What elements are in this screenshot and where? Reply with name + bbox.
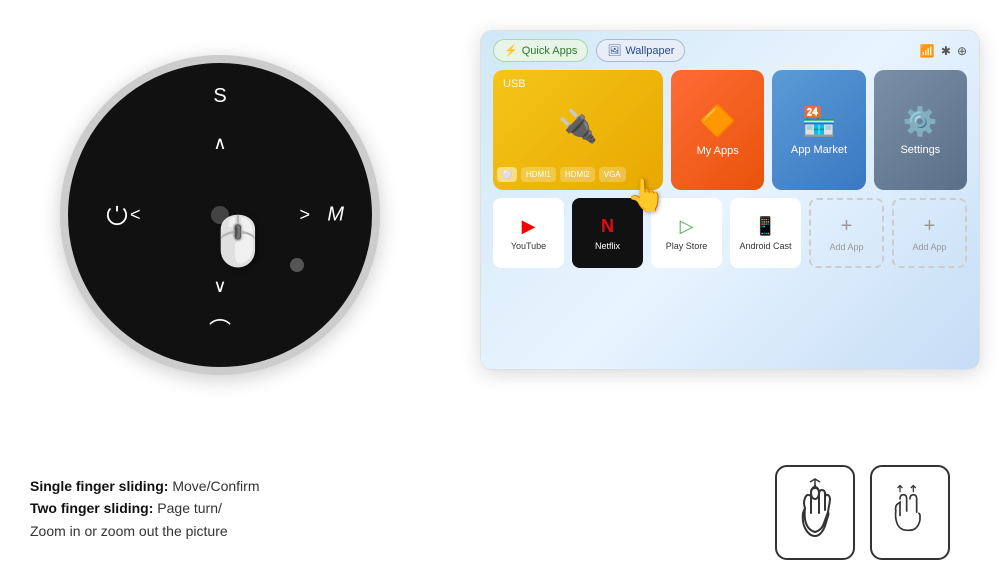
tab-wallpaper-label: Wallpaper <box>625 45 674 57</box>
myapps-label: My Apps <box>697 145 739 157</box>
btn-left-label[interactable]: < <box>130 205 141 226</box>
app-card-usb[interactable]: USB 🔌 ⚪ HDMI1 HDMI2 <box>493 70 663 190</box>
small-dot-button[interactable] <box>290 258 304 272</box>
app-card-market[interactable]: 🏪 App Market <box>772 70 865 190</box>
add-icon-1: + <box>841 215 853 238</box>
tv-background: ⚡ Quick Apps 🖼 Wallpaper 📶 ✱ ⊕ USB 🔌 <box>481 31 979 369</box>
two-finger-label: Two finger sliding: <box>30 500 153 516</box>
tv-header: ⚡ Quick Apps 🖼 Wallpaper 📶 ✱ ⊕ <box>481 31 979 70</box>
add-app-1-label: Add App <box>829 242 863 252</box>
market-icon: 🏪 <box>802 105 837 138</box>
app-card-androidcast[interactable]: 📱 Android Cast <box>730 198 801 268</box>
btn-right-label[interactable]: > <box>299 205 310 226</box>
single-finger-label: Single finger sliding: <box>30 478 168 494</box>
app-card-add-2[interactable]: + Add App <box>892 198 967 268</box>
tv-apps-grid: USB 🔌 ⚪ HDMI1 HDMI2 <box>481 70 979 278</box>
single-finger-gesture-box <box>775 465 855 560</box>
playstore-icon: ▷ <box>680 216 694 237</box>
btn-down-label[interactable]: ∨ <box>213 276 226 297</box>
androidcast-label: Android Cast <box>739 241 791 251</box>
netflix-icon: N <box>601 216 614 237</box>
app-card-add-1[interactable]: + Add App <box>809 198 884 268</box>
youtube-label: YouTube <box>511 241 546 251</box>
gesture-icons <box>775 465 970 560</box>
app-card-youtube[interactable]: ▶ YouTube <box>493 198 564 268</box>
remote-section: S ∧ < > M ∨ ⌒ 🖱️ <box>30 30 410 400</box>
instruction-line-2: Two finger sliding: Page turn/Zoom in or… <box>30 497 755 542</box>
playstore-label: Play Store <box>666 241 708 251</box>
btn-m-label[interactable]: M <box>327 204 344 227</box>
bluetooth-icon: ✱ <box>941 44 951 58</box>
tv-apps-row1: USB 🔌 ⚪ HDMI1 HDMI2 <box>493 70 967 190</box>
quick-apps-icon: ⚡ <box>504 44 518 57</box>
remote-circle: S ∧ < > M ∨ ⌒ 🖱️ <box>60 55 380 375</box>
tab-quick-apps[interactable]: ⚡ Quick Apps <box>493 39 588 62</box>
instruction-line-1: Single finger sliding: Move/Confirm <box>30 475 755 497</box>
btn-back-label[interactable]: ⌒ <box>209 313 231 345</box>
single-finger-desc: Move/Confirm <box>172 478 259 494</box>
tab-quick-apps-label: Quick Apps <box>522 45 578 57</box>
add-icon-2: + <box>924 215 936 238</box>
usb-main-icon: 🔌 <box>558 107 598 145</box>
source-btn-hdmi1[interactable]: HDMI1 <box>521 167 556 182</box>
settings-label: Settings <box>900 144 940 156</box>
source-btn-vga[interactable]: VGA <box>599 167 626 182</box>
wifi-icon: 📶 <box>920 44 935 58</box>
tv-screen: ⚡ Quick Apps 🖼 Wallpaper 📶 ✱ ⊕ USB 🔌 <box>480 30 980 370</box>
power-icon[interactable] <box>106 204 128 226</box>
usb-status-icon: ⊕ <box>957 44 967 58</box>
btn-up-label[interactable]: ∧ <box>213 133 226 154</box>
tv-apps-row2: ▶ YouTube N Netflix ▷ Play Store 📱 Andro… <box>493 198 967 268</box>
two-finger-gesture-box <box>870 465 950 560</box>
myapps-icon: 🔶 <box>699 104 736 139</box>
hdmi2-label: HDMI2 <box>565 170 590 179</box>
add-app-2-label: Add App <box>912 242 946 252</box>
tv-cursor-icon: 👆 <box>626 176 666 214</box>
source-btn-active[interactable]: ⚪ <box>497 167 517 182</box>
hdmi1-label: HDMI1 <box>526 170 551 179</box>
source-btn-hdmi2[interactable]: HDMI2 <box>560 167 595 182</box>
tab-wallpaper[interactable]: 🖼 Wallpaper <box>596 39 685 62</box>
androidcast-icon: 📱 <box>754 216 776 237</box>
two-finger-gesture-icon <box>885 478 935 548</box>
app-card-myapps[interactable]: 🔶 My Apps <box>671 70 764 190</box>
single-finger-gesture-icon <box>790 478 840 548</box>
settings-icon: ⚙️ <box>903 105 938 138</box>
youtube-icon: ▶ <box>522 216 536 237</box>
usb-card-label: USB <box>503 78 526 90</box>
instructions-block: Single finger sliding: Move/Confirm Two … <box>30 465 755 542</box>
netflix-label: Netflix <box>595 241 620 251</box>
btn-s-label[interactable]: S <box>213 85 226 108</box>
vga-label: VGA <box>604 170 621 179</box>
tv-status-icons: 📶 ✱ ⊕ <box>920 44 967 58</box>
cursor-hand-icon: 🖱️ <box>208 213 268 270</box>
app-card-settings[interactable]: ⚙️ Settings <box>874 70 967 190</box>
bottom-section: Single finger sliding: Move/Confirm Two … <box>30 465 970 560</box>
wallpaper-icon: 🖼 <box>607 44 621 57</box>
source-circle-icon: ⚪ <box>502 170 512 179</box>
market-label: App Market <box>791 144 847 156</box>
source-buttons: ⚪ HDMI1 HDMI2 VGA <box>497 167 626 182</box>
